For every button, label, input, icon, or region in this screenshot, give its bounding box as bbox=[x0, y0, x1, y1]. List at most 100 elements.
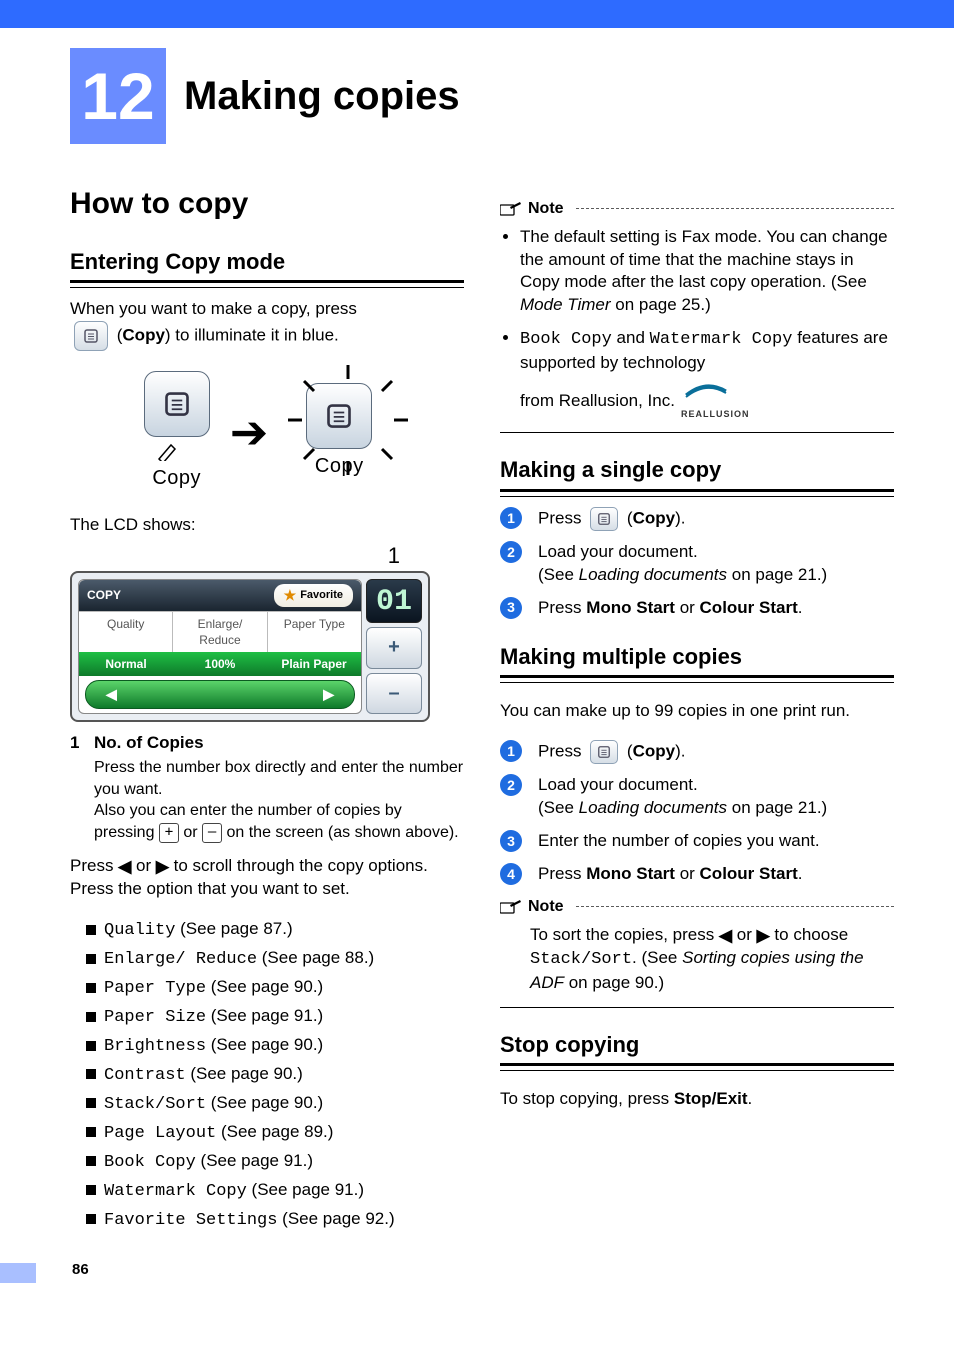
def-number: 1 bbox=[70, 732, 86, 755]
chapter-title: Making copies bbox=[184, 69, 460, 123]
reallusion-logo: REALLUSION bbox=[681, 383, 750, 420]
list-item: Paper Size (See page 91.) bbox=[86, 1005, 464, 1030]
option-ref: (See page 87.) bbox=[175, 919, 292, 938]
text: Copy bbox=[122, 326, 165, 345]
plus-button: + bbox=[366, 627, 422, 668]
copies-display: 01 bbox=[366, 579, 422, 624]
rule bbox=[70, 280, 464, 288]
text: ( bbox=[622, 742, 632, 761]
step-number: 3 bbox=[500, 830, 522, 852]
text: or bbox=[732, 925, 757, 944]
text: ( bbox=[622, 508, 632, 527]
option-ref: (See page 90.) bbox=[206, 977, 323, 996]
text: The default setting is Fax mode. You can… bbox=[520, 227, 888, 292]
note-list: The default setting is Fax mode. You can… bbox=[500, 226, 894, 421]
minus-icon: – bbox=[202, 823, 222, 843]
copy-panel-icon bbox=[590, 507, 618, 531]
option-name: Book Copy bbox=[104, 1153, 196, 1172]
bullet-icon bbox=[86, 983, 96, 993]
bullet-icon bbox=[86, 1214, 96, 1224]
lcd-header-cell: Quality bbox=[79, 612, 173, 652]
arrow-left-icon: ◀ bbox=[118, 856, 131, 879]
bullet-icon bbox=[86, 1012, 96, 1022]
text: Press bbox=[538, 864, 586, 883]
rule bbox=[500, 1063, 894, 1071]
text: . bbox=[798, 864, 803, 883]
note-label: Note bbox=[528, 896, 564, 918]
list-item: Enlarge/ Reduce (See page 88.) bbox=[86, 947, 464, 972]
text: ). bbox=[675, 742, 685, 761]
text: or bbox=[131, 856, 156, 875]
arrow-left-icon: ◀ bbox=[719, 925, 732, 948]
bullet-icon bbox=[86, 1185, 96, 1195]
dash-line bbox=[576, 208, 894, 209]
paragraph: To stop copying, press Stop/Exit. bbox=[500, 1088, 894, 1111]
text: Press bbox=[538, 508, 586, 527]
text-mono: Stack/Sort bbox=[530, 950, 632, 969]
section-how-to-copy: How to copy bbox=[70, 184, 464, 225]
text: to choose bbox=[770, 925, 848, 944]
option-name: Paper Size bbox=[104, 1008, 206, 1027]
copy-panel-icon bbox=[74, 321, 108, 351]
step-number: 2 bbox=[500, 541, 522, 563]
text: . (See bbox=[632, 948, 682, 967]
logo-text: REALLUSION bbox=[681, 408, 750, 420]
note-header: Note bbox=[500, 896, 894, 918]
callout-number: 1 bbox=[70, 541, 400, 571]
text: or bbox=[179, 824, 202, 841]
lcd-title: COPY bbox=[87, 587, 121, 603]
option-ref: (See page 90.) bbox=[186, 1064, 303, 1083]
rule bbox=[500, 675, 894, 683]
option-name: Paper Type bbox=[104, 979, 206, 998]
page-number: 86 bbox=[72, 1260, 89, 1280]
step-2: 2 Load your document. (See Loading docum… bbox=[500, 541, 894, 587]
def-title: No. of Copies bbox=[94, 732, 204, 755]
lcd-screenshot: 1 COPY ★ Favorite Quality Enlarge/ Re bbox=[70, 541, 430, 722]
arrow-right-icon: ▶ bbox=[757, 925, 770, 948]
list-item: Watermark Copy (See page 91.) bbox=[86, 1179, 464, 1204]
bullet-icon bbox=[86, 1069, 96, 1079]
option-ref: (See page 91.) bbox=[196, 1151, 313, 1170]
list-item: Stack/Sort (See page 90.) bbox=[86, 1092, 464, 1117]
lcd-value-cell: 100% bbox=[173, 652, 267, 676]
options-list: Quality (See page 87.) Enlarge/ Reduce (… bbox=[70, 918, 464, 1232]
text: on page 90.) bbox=[564, 973, 664, 992]
step-number: 3 bbox=[500, 597, 522, 619]
plus-icon: + bbox=[159, 823, 179, 843]
text: Colour Start bbox=[700, 598, 798, 617]
option-ref: (See page 90.) bbox=[206, 1093, 323, 1112]
option-ref: (See page 92.) bbox=[277, 1209, 394, 1228]
lcd-header-cell: Enlarge/ Reduce bbox=[173, 612, 267, 652]
list-item: Paper Type (See page 90.) bbox=[86, 976, 464, 1001]
glow-lines-icon bbox=[288, 365, 408, 475]
option-name: Stack/Sort bbox=[104, 1095, 206, 1114]
step-1: 1 Press (Copy). bbox=[500, 507, 894, 531]
note-header: Note bbox=[500, 198, 894, 220]
text: Load your document. bbox=[538, 542, 698, 561]
lcd-value-cell: Normal bbox=[79, 652, 173, 676]
text: Press bbox=[538, 742, 586, 761]
text: (See bbox=[538, 565, 579, 584]
page-tab bbox=[0, 1263, 36, 1283]
text: . bbox=[748, 1089, 753, 1108]
lcd-header-cell: Paper Type bbox=[268, 612, 361, 652]
arrow-right-icon: ▶ bbox=[156, 856, 169, 879]
text: or bbox=[675, 598, 700, 617]
subsection-entering-copy-mode: Entering Copy mode bbox=[70, 247, 464, 277]
text: Enter the number of copies you want. bbox=[538, 830, 820, 853]
list-item: The default setting is Fax mode. You can… bbox=[520, 226, 894, 318]
list-item: Brightness (See page 90.) bbox=[86, 1034, 464, 1059]
label: Copy bbox=[152, 465, 201, 492]
text: Load your document. bbox=[538, 775, 698, 794]
text-italic: Loading documents bbox=[579, 565, 727, 584]
subsection-multiple-copies: Making multiple copies bbox=[500, 642, 894, 672]
paragraph: Press ◀ or ▶ to scroll through the copy … bbox=[70, 855, 464, 901]
bullet-icon bbox=[86, 1156, 96, 1166]
step-number: 1 bbox=[500, 507, 522, 529]
note-label: Note bbox=[528, 198, 564, 220]
text: Stop/Exit bbox=[674, 1089, 748, 1108]
text-mono: Book Copy bbox=[520, 330, 612, 349]
text: Copy bbox=[633, 508, 676, 527]
list-item: Quality (See page 87.) bbox=[86, 918, 464, 943]
chapter-number: 12 bbox=[70, 48, 166, 144]
